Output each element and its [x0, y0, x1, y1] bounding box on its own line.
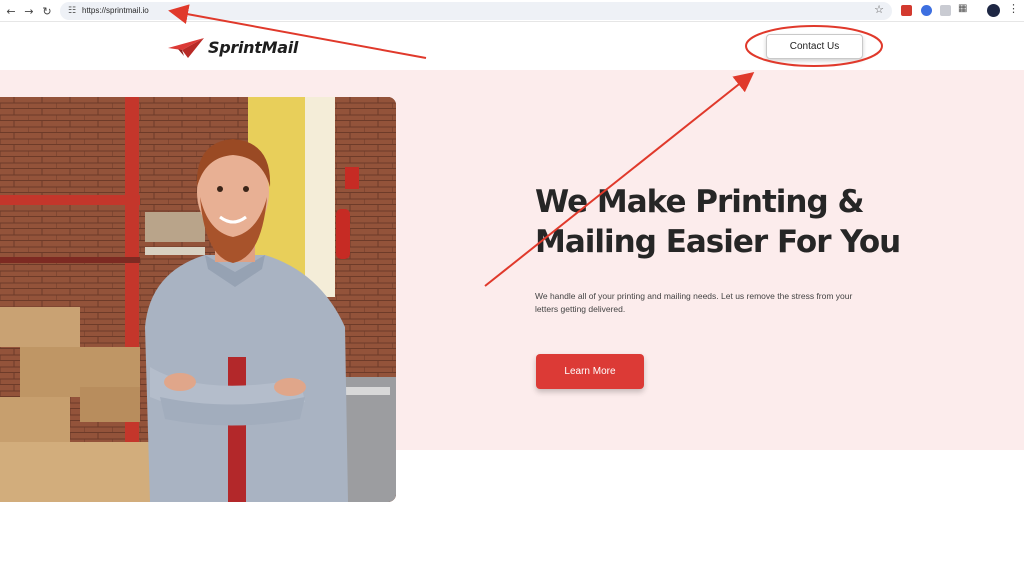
learn-more-button[interactable]: Learn More [536, 354, 644, 389]
site-info-icon[interactable]: ☷ [66, 5, 78, 17]
back-icon[interactable]: ← [2, 2, 20, 20]
bookmark-star-icon[interactable]: ☆ [874, 3, 884, 16]
hero-photo [0, 97, 396, 502]
extension-icon-red[interactable] [901, 5, 912, 16]
hero-title-line-2: Mailing Easier For You [535, 224, 901, 260]
page: ← → ↻ ☷ https://sprintmail.io ☆ ▦ ⋮ Spri… [0, 0, 1024, 574]
brand-name: SprintMail [208, 37, 299, 57]
forward-icon[interactable]: → [20, 2, 38, 20]
profile-avatar[interactable] [987, 4, 1000, 17]
site-header: SprintMail Contact Us [0, 22, 1024, 70]
contact-us-button[interactable]: Contact Us [766, 34, 863, 59]
paper-plane-logo-icon [168, 38, 204, 58]
warehouse-worker-photo [0, 97, 396, 502]
hero-description: We handle all of your printing and maili… [535, 291, 853, 314]
browser-menu-icon[interactable]: ⋮ [1008, 2, 1019, 15]
brand-logo[interactable]: SprintMail [168, 36, 298, 58]
hero-title: We Make Printing & Mailing Easier For Yo… [535, 182, 955, 262]
extension-icon-gray[interactable] [940, 5, 951, 16]
hero-title-line-1: We Make Printing & [535, 184, 865, 220]
extensions-puzzle-icon[interactable]: ▦ [958, 3, 967, 14]
extension-icon-blue[interactable] [921, 5, 932, 16]
address-bar[interactable]: ☷ https://sprintmail.io ☆ [60, 2, 892, 20]
browser-toolbar: ← → ↻ ☷ https://sprintmail.io ☆ ▦ ⋮ [0, 0, 1024, 22]
reload-icon[interactable]: ↻ [38, 2, 56, 20]
url-text[interactable]: https://sprintmail.io [82, 5, 149, 17]
